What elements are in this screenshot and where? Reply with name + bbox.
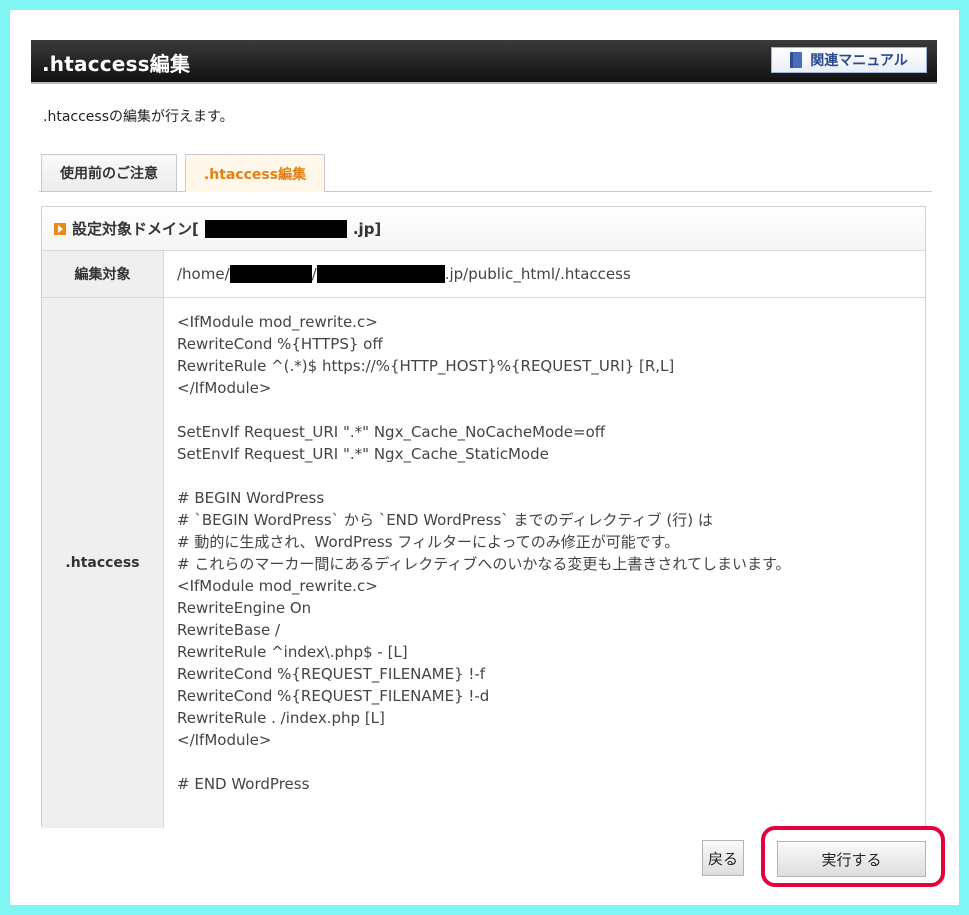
tab-bar: 使用前のご注意 .htaccess編集 — [39, 153, 932, 192]
run-button[interactable]: 実行する — [777, 841, 926, 877]
related-manual-button[interactable]: 関連マニュアル — [771, 47, 927, 73]
page: .htaccess編集 関連マニュアル .htaccessの編集が行えます。 使… — [10, 10, 959, 905]
target-path: /home// .jp/public_html/.htaccess — [164, 251, 925, 297]
htaccess-editor[interactable]: <IfModule mod_rewrite.c> RewriteCond %{H… — [164, 298, 925, 828]
edit-panel: 設定対象ドメイン[ .jp] 編集対象 /home// .jp/public_htm… — [41, 206, 926, 828]
redacted-domain — [204, 219, 347, 238]
page-header: .htaccess編集 関連マニュアル — [31, 40, 937, 84]
target-row: 編集対象 /home// .jp/public_html/.htaccess — [42, 251, 925, 298]
target-path-prefix: /home/ — [177, 265, 230, 283]
tab-htaccess-edit[interactable]: .htaccess編集 — [185, 154, 325, 192]
orange-triangle-icon — [54, 222, 66, 235]
tab-usage-notes[interactable]: 使用前のご注意 — [41, 154, 177, 191]
book-icon — [790, 52, 803, 68]
page-description: .htaccessの編集が行えます。 — [43, 109, 234, 125]
domain-heading-suffix: .jp] — [352, 219, 382, 238]
target-label: 編集対象 — [42, 251, 164, 297]
domain-heading: 設定対象ドメイン[ .jp] — [42, 207, 925, 251]
htaccess-row: .htaccess <IfModule mod_rewrite.c> Rewri… — [42, 298, 925, 828]
htaccess-editor-cell: <IfModule mod_rewrite.c> RewriteCond %{H… — [164, 298, 925, 828]
redacted-user — [229, 265, 312, 283]
domain-heading-prefix: 設定対象ドメイン[ — [72, 220, 199, 238]
page-title: .htaccess編集 — [42, 52, 191, 76]
htaccess-label: .htaccess — [42, 298, 164, 828]
redacted-domain-path — [316, 265, 445, 283]
target-path-suffix: .jp/public_html/.htaccess — [444, 265, 631, 283]
back-button[interactable]: 戻る — [702, 840, 744, 876]
related-manual-label: 関連マニュアル — [810, 53, 908, 69]
